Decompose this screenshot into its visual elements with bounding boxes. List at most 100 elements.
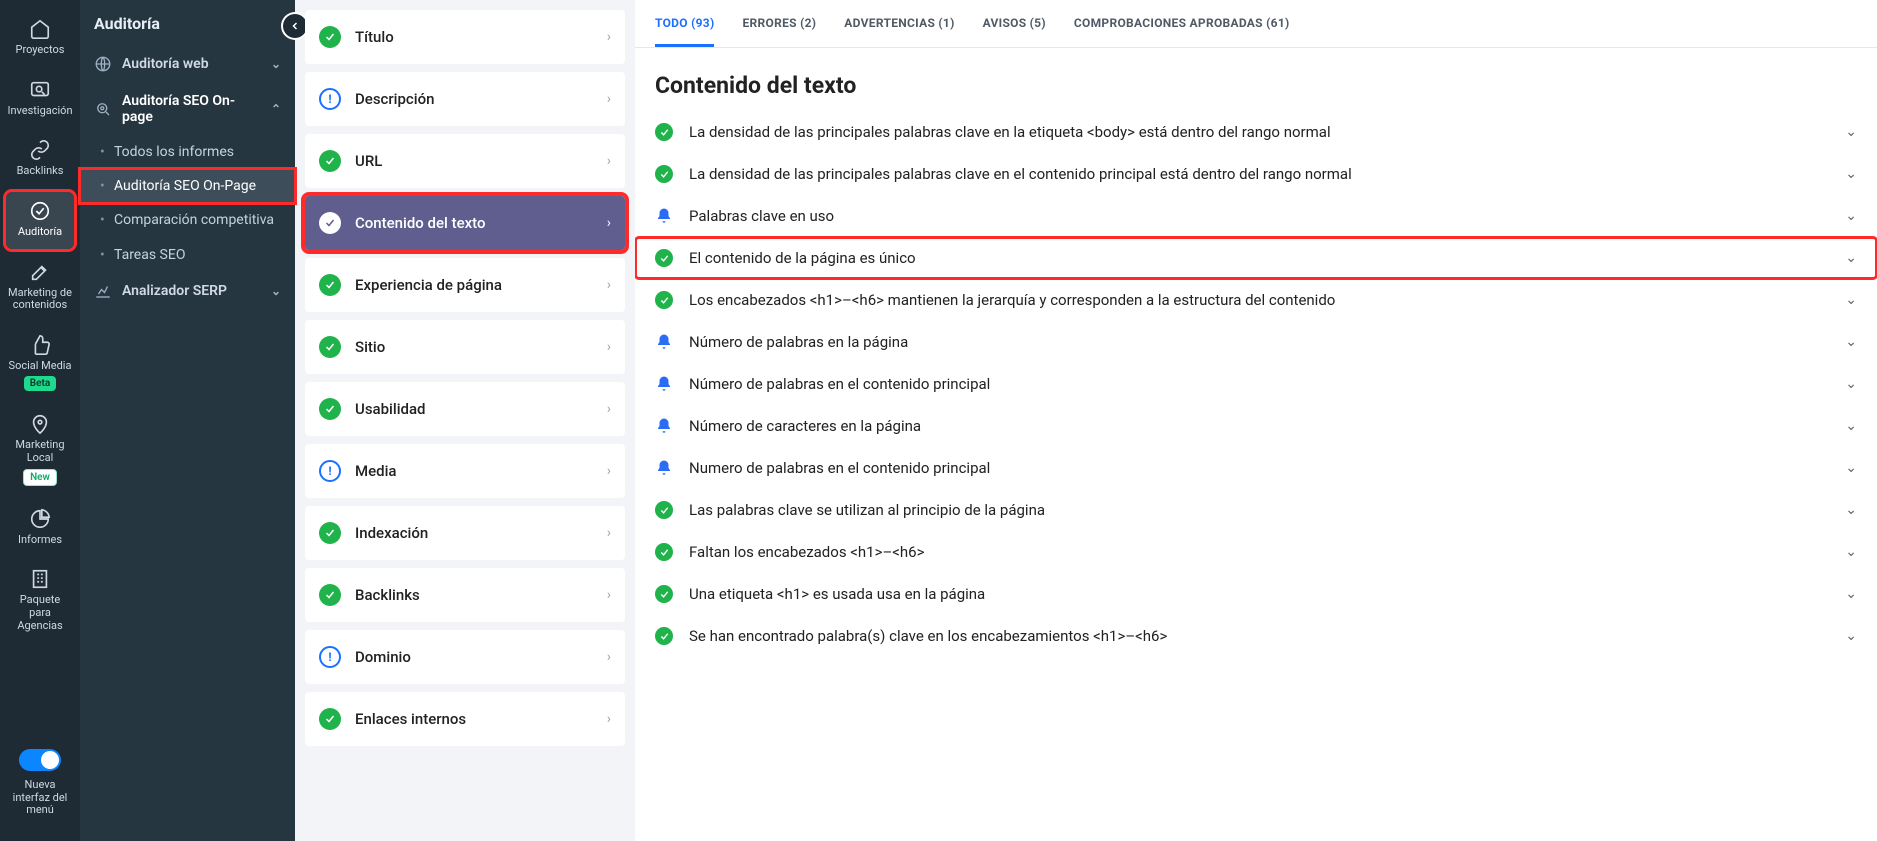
- tab-errores[interactable]: ERRORES (2): [742, 16, 816, 47]
- nav-todos-los-informes[interactable]: Todos los informes: [80, 135, 295, 169]
- rail-agencias[interactable]: Paquete para Agencias: [6, 560, 74, 642]
- chevron-right-icon: ›: [607, 29, 611, 45]
- chevron-down-icon: ⌄: [1845, 418, 1857, 434]
- bell-icon: [655, 333, 673, 351]
- check-row[interactable]: Faltan los encabezados <h1>–<h6>⌄: [635, 531, 1877, 573]
- tab-aprobadas[interactable]: COMPROBACIONES APROBADAS (61): [1074, 16, 1290, 47]
- building-icon: [29, 568, 51, 590]
- rail-label: Marketing Local: [8, 439, 72, 464]
- category-media[interactable]: !Media›: [305, 444, 625, 498]
- check-row[interactable]: Número de caracteres en la página⌄: [635, 405, 1877, 447]
- nav-sub-label: Comparación competitiva: [114, 211, 274, 229]
- bell-icon: [655, 459, 673, 477]
- check-row[interactable]: Número de palabras en el contenido princ…: [635, 363, 1877, 405]
- check-circle-icon: [319, 26, 341, 48]
- chevron-right-icon: ›: [607, 215, 611, 231]
- nav-sub-label: Todos los informes: [114, 143, 234, 161]
- category-label: Indexación: [355, 524, 607, 542]
- check-row[interactable]: Los encabezados <h1>–<h6> mantienen la j…: [635, 279, 1877, 321]
- rail-backlinks[interactable]: Backlinks: [6, 131, 74, 188]
- category-descripcion[interactable]: !Descripción›: [305, 72, 625, 126]
- check-circle-icon: [655, 291, 673, 309]
- check-circle-icon: [319, 212, 341, 234]
- chevron-down-icon: ⌄: [1845, 376, 1857, 392]
- check-circle-icon: [655, 165, 673, 183]
- rail-social-media[interactable]: Social Media Beta: [6, 326, 74, 402]
- link-icon: [29, 139, 51, 161]
- check-circle-icon: [319, 336, 341, 358]
- check-row[interactable]: Palabras clave en uso⌄: [635, 195, 1877, 237]
- chevron-down-icon: ⌄: [1845, 292, 1857, 308]
- category-indexacion[interactable]: Indexación›: [305, 506, 625, 560]
- check-row[interactable]: Una etiqueta <h1> es usada usa en la pág…: [635, 573, 1877, 615]
- tab-avisos[interactable]: AVISOS (5): [983, 16, 1046, 47]
- rail-marketing-contenidos[interactable]: Marketing de contenidos: [6, 253, 74, 322]
- section-sidebar: Auditoría Auditoría web ⌄ Auditoría SEO …: [80, 0, 295, 841]
- rail-label: Social Media: [9, 360, 72, 373]
- chevron-right-icon: ›: [607, 401, 611, 417]
- analytics-icon: [94, 282, 112, 300]
- rail-investigacion[interactable]: Investigación: [6, 71, 74, 128]
- check-row[interactable]: La densidad de las principales palabras …: [635, 153, 1877, 195]
- rail-menu-toggle[interactable]: Nueva interfaz del menú: [6, 741, 74, 827]
- chevron-right-icon: ›: [607, 153, 611, 169]
- tab-advertencias[interactable]: ADVERTENCIAS (1): [844, 16, 954, 47]
- check-row[interactable]: Las palabras clave se utilizan al princi…: [635, 489, 1877, 531]
- category-backlinks[interactable]: Backlinks›: [305, 568, 625, 622]
- check-row[interactable]: Se han encontrado palabra(s) clave en lo…: [635, 615, 1877, 657]
- search-target-icon: [94, 100, 112, 118]
- collapse-sidebar-button[interactable]: [283, 14, 307, 38]
- category-contenido-del-texto[interactable]: Contenido del texto›: [305, 196, 625, 250]
- pin-icon: [29, 413, 51, 435]
- chevron-right-icon: ›: [607, 339, 611, 355]
- check-row[interactable]: La densidad de las principales palabras …: [635, 111, 1877, 153]
- rail-label: Auditoría: [18, 226, 62, 239]
- check-text: Número de palabras en la página: [689, 333, 1845, 351]
- nav-comparacion-competitiva[interactable]: Comparación competitiva: [80, 203, 295, 237]
- nav-auditoria-seo-on-page[interactable]: Auditoría SEO On-Page: [80, 169, 295, 203]
- audit-icon: [29, 200, 51, 222]
- category-titulo[interactable]: Título›: [305, 10, 625, 64]
- nav-group-seo-onpage[interactable]: Auditoría SEO On-page ⌃: [80, 83, 295, 135]
- info-circle-icon: !: [319, 646, 341, 668]
- rail-marketing-local[interactable]: Marketing Local New: [6, 405, 74, 495]
- research-icon: [29, 79, 51, 101]
- piechart-icon: [29, 508, 51, 530]
- check-text: La densidad de las principales palabras …: [689, 123, 1845, 141]
- category-usabilidad[interactable]: Usabilidad›: [305, 382, 625, 436]
- nav-group-analizador-serp[interactable]: Analizador SERP ⌄: [80, 272, 295, 310]
- check-circle-icon: [655, 249, 673, 267]
- edit-icon: [29, 261, 51, 283]
- category-column: Título›!Descripción›URL›Contenido del te…: [295, 0, 635, 841]
- rail-auditoria[interactable]: Auditoría: [6, 192, 74, 249]
- chevron-right-icon: ›: [607, 463, 611, 479]
- toggle-switch-icon[interactable]: [19, 749, 61, 771]
- rail-label: Marketing de contenidos: [8, 287, 72, 312]
- category-label: Usabilidad: [355, 400, 607, 418]
- rail-label: Informes: [18, 534, 62, 547]
- check-text: Palabras clave en uso: [689, 207, 1845, 225]
- category-enlaces-internos[interactable]: Enlaces internos›: [305, 692, 625, 746]
- category-label: URL: [355, 152, 607, 170]
- category-dominio[interactable]: !Dominio›: [305, 630, 625, 684]
- bell-icon: [655, 207, 673, 225]
- check-row[interactable]: Número de palabras en la página⌄: [635, 321, 1877, 363]
- rail-informes[interactable]: Informes: [6, 500, 74, 557]
- chevron-right-icon: ›: [607, 649, 611, 665]
- check-row[interactable]: Numero de palabras en el contenido princ…: [635, 447, 1877, 489]
- chevron-down-icon: ⌄: [1845, 544, 1857, 560]
- chevron-down-icon: ⌄: [1845, 628, 1857, 644]
- category-url[interactable]: URL›: [305, 134, 625, 188]
- rail-proyectos[interactable]: Proyectos: [6, 10, 74, 67]
- chevron-down-icon: ⌄: [1845, 250, 1857, 266]
- category-sitio[interactable]: Sitio›: [305, 320, 625, 374]
- category-label: Título: [355, 28, 607, 46]
- tab-todo[interactable]: TODO (93): [655, 16, 714, 47]
- check-row[interactable]: El contenido de la página es único⌄: [635, 237, 1877, 279]
- nav-tareas-seo[interactable]: Tareas SEO: [80, 238, 295, 272]
- globe-icon: [94, 55, 112, 73]
- category-label: Media: [355, 462, 607, 480]
- category-experiencia-de-pagina[interactable]: Experiencia de página›: [305, 258, 625, 312]
- rail-label: Paquete para Agencias: [8, 594, 72, 632]
- nav-group-auditoria-web[interactable]: Auditoría web ⌄: [80, 45, 295, 83]
